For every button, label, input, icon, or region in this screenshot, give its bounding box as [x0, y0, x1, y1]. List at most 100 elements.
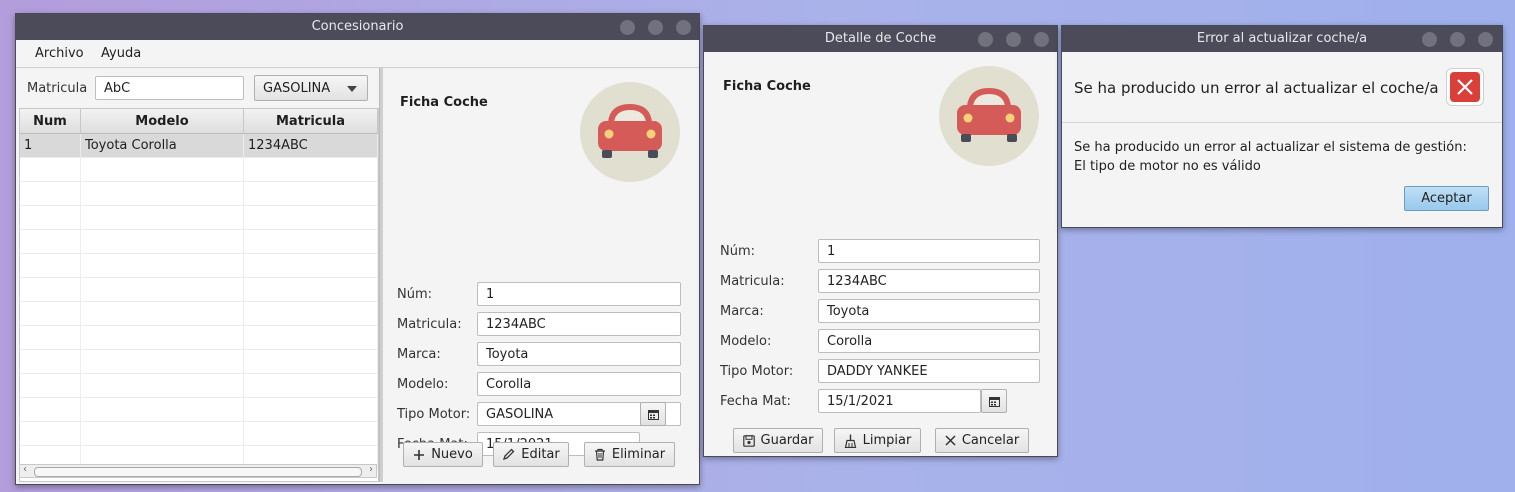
maximize-button[interactable]: [1450, 32, 1465, 47]
error-titlebar[interactable]: Error al actualizar coche/a: [1062, 26, 1502, 52]
column-header-num[interactable]: Num: [20, 109, 81, 133]
scrollbar-thumb[interactable]: [34, 467, 362, 477]
empty-cell: [81, 398, 244, 421]
matricula-field[interactable]: 1234ABC: [477, 312, 681, 336]
empty-cell: [81, 350, 244, 373]
table-row-empty[interactable]: [20, 158, 378, 182]
empty-cell: [20, 230, 81, 253]
empty-cell: [81, 374, 244, 397]
maximize-button[interactable]: [648, 20, 663, 35]
aceptar-button-label: Aceptar: [1421, 191, 1472, 206]
empty-cell: [81, 278, 244, 301]
empty-cell: [81, 422, 244, 445]
save-icon: [742, 434, 755, 447]
cell-modelo: Toyota Corolla: [81, 134, 244, 157]
error-message-line1: Se ha producido un error al actualizar e…: [1074, 140, 1467, 155]
empty-cell: [244, 230, 378, 253]
fecha-mat-field[interactable]: 15/1/2021: [818, 389, 981, 413]
table-row-empty[interactable]: [20, 230, 378, 254]
num-field[interactable]: 1: [818, 239, 1040, 263]
editar-button-label: Editar: [521, 447, 560, 462]
empty-cell: [244, 206, 378, 229]
column-header-matricula[interactable]: Matricula: [244, 109, 378, 133]
table-row-empty[interactable]: [20, 206, 378, 230]
menu-ayuda[interactable]: Ayuda: [101, 46, 141, 61]
empty-cell: [81, 182, 244, 205]
table-row-empty[interactable]: [20, 350, 378, 374]
empty-cell: [20, 206, 81, 229]
num-field[interactable]: 1: [477, 282, 681, 306]
empty-cell: [20, 374, 81, 397]
scroll-left-icon[interactable]: ‹: [23, 464, 27, 475]
car-icon: [598, 104, 662, 158]
modelo-label: Modelo:: [397, 377, 449, 392]
main-titlebar[interactable]: Concesionario: [16, 14, 699, 40]
table-row-empty[interactable]: [20, 254, 378, 278]
aceptar-button[interactable]: Aceptar: [1404, 186, 1489, 211]
car-avatar: [580, 82, 680, 182]
scroll-right-icon[interactable]: ›: [369, 464, 373, 475]
cancelar-button[interactable]: Cancelar: [935, 428, 1029, 453]
maximize-button[interactable]: [1006, 32, 1021, 47]
table-row-empty[interactable]: [20, 278, 378, 302]
table-row-empty[interactable]: [20, 182, 378, 206]
empty-cell: [20, 254, 81, 277]
ficha-panel: Ficha Coche Núm: 1 Matricula: 1234ABC Marca:…: [383, 68, 697, 482]
nuevo-button[interactable]: Nuevo: [403, 442, 483, 467]
empty-cell: [244, 398, 378, 421]
fecha-mat-label: Fecha Mat:: [720, 394, 791, 409]
calendar-button[interactable]: [640, 402, 666, 426]
empty-cell: [244, 254, 378, 277]
table-row-empty[interactable]: [20, 374, 378, 398]
eliminar-button[interactable]: Eliminar: [584, 442, 675, 467]
close-button[interactable]: [1478, 32, 1493, 47]
pencil-icon: [503, 448, 515, 461]
x-icon: [945, 435, 956, 446]
car-avatar: [939, 66, 1039, 166]
empty-cell: [244, 302, 378, 325]
chevron-down-icon: [347, 86, 357, 92]
main-window: Concesionario Archivo Ayuda Matricula Ab…: [15, 13, 700, 485]
detail-heading: Ficha Coche: [723, 79, 811, 94]
matricula-label: Matricula:: [397, 317, 462, 332]
table-row-empty[interactable]: [20, 422, 378, 446]
cell-matricula: 1234ABC: [244, 134, 378, 157]
trash-icon: [594, 448, 605, 461]
table-row-empty[interactable]: [20, 398, 378, 422]
motor-type-combo[interactable]: GASOLINA: [254, 75, 368, 101]
close-button[interactable]: [1034, 32, 1049, 47]
filter-matricula-input[interactable]: AbC: [95, 76, 244, 100]
detail-window-title: Detalle de Coche: [824, 31, 937, 46]
cars-table[interactable]: Num Modelo Matricula 1 Toyota Corolla 12…: [19, 108, 379, 482]
minimize-button[interactable]: [978, 32, 993, 47]
editar-button[interactable]: Editar: [493, 442, 569, 467]
error-message-line2: El tipo de motor no es válido: [1074, 159, 1261, 174]
marca-label: Marca:: [397, 347, 441, 362]
detail-window: Detalle de Coche Ficha Coche Núm: 1 Matric…: [703, 25, 1058, 457]
marca-field[interactable]: Toyota: [818, 299, 1040, 323]
empty-cell: [81, 158, 244, 181]
table-row-empty[interactable]: [20, 302, 378, 326]
minimize-button[interactable]: [620, 20, 635, 35]
modelo-field[interactable]: Corolla: [818, 329, 1040, 353]
empty-cell: [244, 350, 378, 373]
close-button[interactable]: [676, 20, 691, 35]
guardar-button[interactable]: Guardar: [733, 428, 823, 453]
calendar-button[interactable]: [981, 389, 1007, 413]
modelo-field[interactable]: Corolla: [477, 372, 681, 396]
table-horizontal-scrollbar[interactable]: ‹ ›: [19, 464, 377, 478]
marca-field[interactable]: Toyota: [477, 342, 681, 366]
menu-archivo[interactable]: Archivo: [35, 46, 84, 61]
table-row-empty[interactable]: [20, 326, 378, 350]
column-header-modelo[interactable]: Modelo: [81, 109, 244, 133]
main-window-title: Concesionario: [311, 19, 404, 34]
limpiar-button[interactable]: Limpiar: [834, 428, 921, 453]
eliminar-button-label: Eliminar: [611, 447, 666, 462]
empty-cell: [20, 158, 81, 181]
menu-bar: Archivo Ayuda: [16, 40, 699, 68]
detail-titlebar[interactable]: Detalle de Coche: [704, 26, 1057, 52]
table-row[interactable]: 1 Toyota Corolla 1234ABC: [20, 134, 378, 158]
matricula-field[interactable]: 1234ABC: [818, 269, 1040, 293]
tipo-motor-field[interactable]: DADDY YANKEE: [818, 359, 1040, 383]
minimize-button[interactable]: [1422, 32, 1437, 47]
